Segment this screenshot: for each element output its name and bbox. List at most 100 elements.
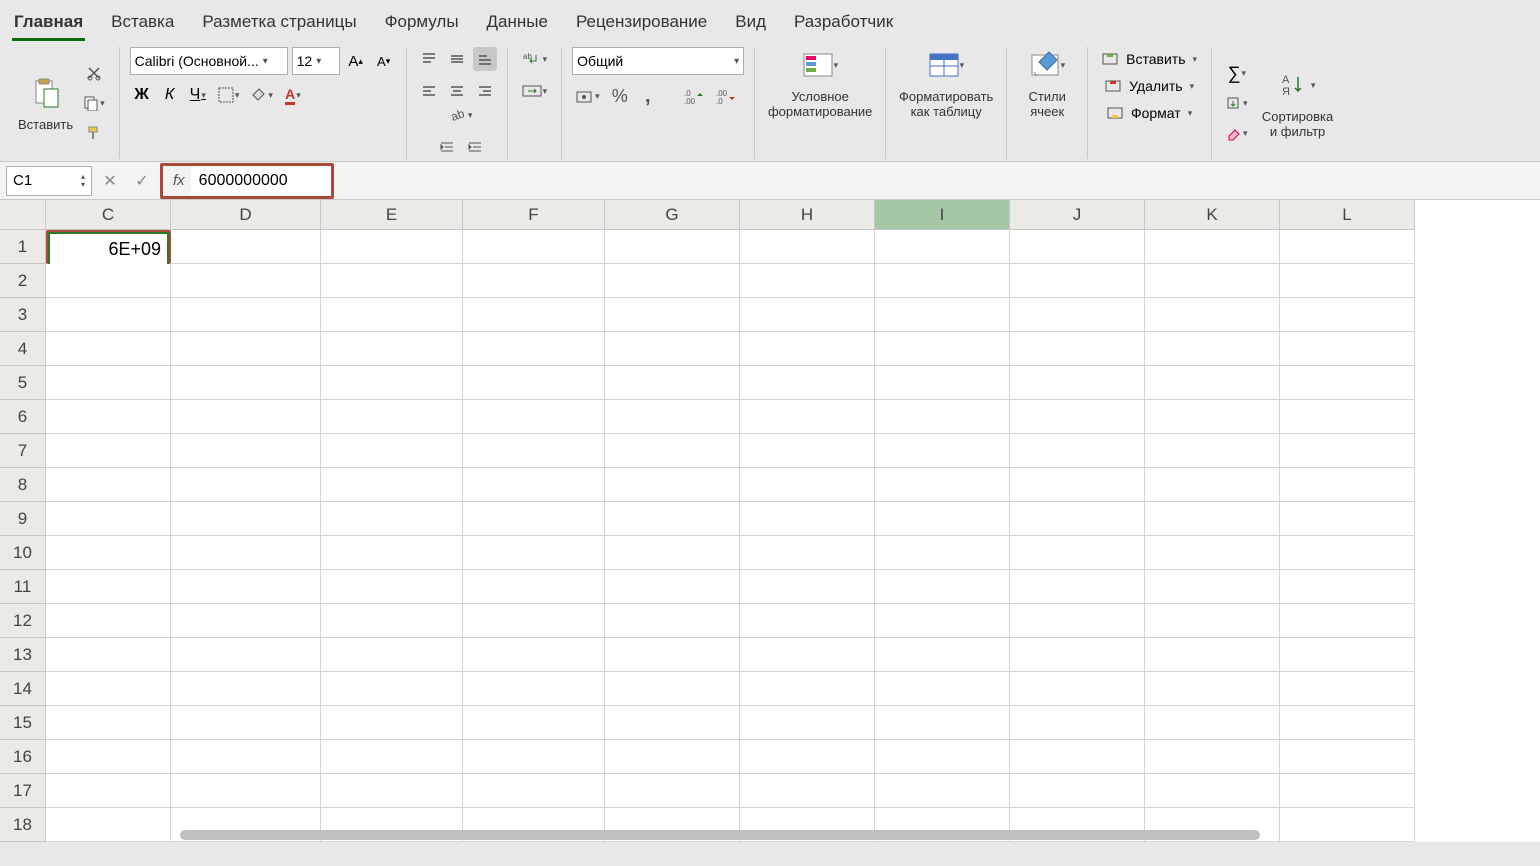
row-header-5[interactable]: 5 [0,366,46,400]
increase-font-icon[interactable]: A▴ [344,49,368,73]
cell-C3[interactable] [46,298,171,332]
cell-I17[interactable] [875,774,1010,808]
wrap-text-icon[interactable]: ab▾ [518,47,552,71]
cell-F11[interactable] [463,570,605,604]
cell-D12[interactable] [171,604,321,638]
col-header-L[interactable]: L [1280,200,1415,230]
cell-L4[interactable] [1280,332,1415,366]
row-header-4[interactable]: 4 [0,332,46,366]
cell-J13[interactable] [1010,638,1145,672]
cell-E4[interactable] [321,332,463,366]
cell-H4[interactable] [740,332,875,366]
cell-D8[interactable] [171,468,321,502]
cell-J1[interactable] [1010,230,1145,264]
cell-J14[interactable] [1010,672,1145,706]
cell-L7[interactable] [1280,434,1415,468]
cell-F6[interactable] [463,400,605,434]
format-cells-button[interactable]: Формат▾ [1103,101,1196,125]
merge-cells-icon[interactable]: ▾ [518,79,552,103]
cell-I9[interactable] [875,502,1010,536]
cell-E11[interactable] [321,570,463,604]
cell-H10[interactable] [740,536,875,570]
cell-L13[interactable] [1280,638,1415,672]
cell-L6[interactable] [1280,400,1415,434]
paste-icon[interactable] [28,75,64,111]
cell-K1[interactable] [1145,230,1280,264]
cell-I7[interactable] [875,434,1010,468]
cell-H6[interactable] [740,400,875,434]
cell-J12[interactable] [1010,604,1145,638]
cell-J6[interactable] [1010,400,1145,434]
percent-icon[interactable]: % [608,84,632,109]
cell-K13[interactable] [1145,638,1280,672]
row-header-2[interactable]: 2 [0,264,46,298]
increase-indent-icon[interactable] [463,135,487,159]
cell-K8[interactable] [1145,468,1280,502]
cell-C8[interactable] [46,468,171,502]
cell-F1[interactable] [463,230,605,264]
comma-icon[interactable]: , [636,83,660,110]
fill-down-icon[interactable]: ▾ [1222,92,1252,116]
cell-E3[interactable] [321,298,463,332]
cell-K7[interactable] [1145,434,1280,468]
cell-C16[interactable] [46,740,171,774]
cell-I16[interactable] [875,740,1010,774]
cell-J17[interactable] [1010,774,1145,808]
cell-H2[interactable] [740,264,875,298]
cell-C5[interactable] [46,366,171,400]
cancel-formula-icon[interactable]: ✕ [96,167,124,195]
cell-H15[interactable] [740,706,875,740]
cell-G1[interactable] [605,230,740,264]
col-header-J[interactable]: J [1010,200,1145,230]
cell-J3[interactable] [1010,298,1145,332]
row-header-6[interactable]: 6 [0,400,46,434]
cell-F7[interactable] [463,434,605,468]
cell-C4[interactable] [46,332,171,366]
select-all-corner[interactable] [0,200,46,230]
cell-G6[interactable] [605,400,740,434]
cell-F9[interactable] [463,502,605,536]
borders-icon[interactable]: ▾ [214,83,244,107]
cell-C17[interactable] [46,774,171,808]
cell-H12[interactable] [740,604,875,638]
cell-G3[interactable] [605,298,740,332]
cell-J10[interactable] [1010,536,1145,570]
number-format-combo[interactable]: Общий▾ [572,47,744,75]
cell-D9[interactable] [171,502,321,536]
cell-D17[interactable] [171,774,321,808]
cell-E6[interactable] [321,400,463,434]
cell-K17[interactable] [1145,774,1280,808]
tab-1[interactable]: Вставка [109,8,176,41]
cell-C9[interactable] [46,502,171,536]
row-header-18[interactable]: 18 [0,808,46,842]
cell-E12[interactable] [321,604,463,638]
format-table-icon[interactable]: ▾ [928,47,964,83]
cell-K16[interactable] [1145,740,1280,774]
cell-E13[interactable] [321,638,463,672]
cell-G9[interactable] [605,502,740,536]
cell-K14[interactable] [1145,672,1280,706]
cell-L10[interactable] [1280,536,1415,570]
cell-G10[interactable] [605,536,740,570]
cell-G13[interactable] [605,638,740,672]
tab-3[interactable]: Формулы [383,8,461,41]
cell-L8[interactable] [1280,468,1415,502]
cell-L11[interactable] [1280,570,1415,604]
cell-G15[interactable] [605,706,740,740]
row-header-3[interactable]: 3 [0,298,46,332]
cell-I5[interactable] [875,366,1010,400]
col-header-H[interactable]: H [740,200,875,230]
col-header-D[interactable]: D [171,200,321,230]
cell-K11[interactable] [1145,570,1280,604]
cell-G16[interactable] [605,740,740,774]
cell-G4[interactable] [605,332,740,366]
cell-L15[interactable] [1280,706,1415,740]
tab-7[interactable]: Разработчик [792,8,895,41]
cell-H17[interactable] [740,774,875,808]
fx-icon[interactable]: fx [167,172,191,189]
align-left-icon[interactable] [417,79,441,103]
cell-I1[interactable] [875,230,1010,264]
cell-G14[interactable] [605,672,740,706]
font-color-icon[interactable]: А▾ [281,83,305,107]
cell-F4[interactable] [463,332,605,366]
